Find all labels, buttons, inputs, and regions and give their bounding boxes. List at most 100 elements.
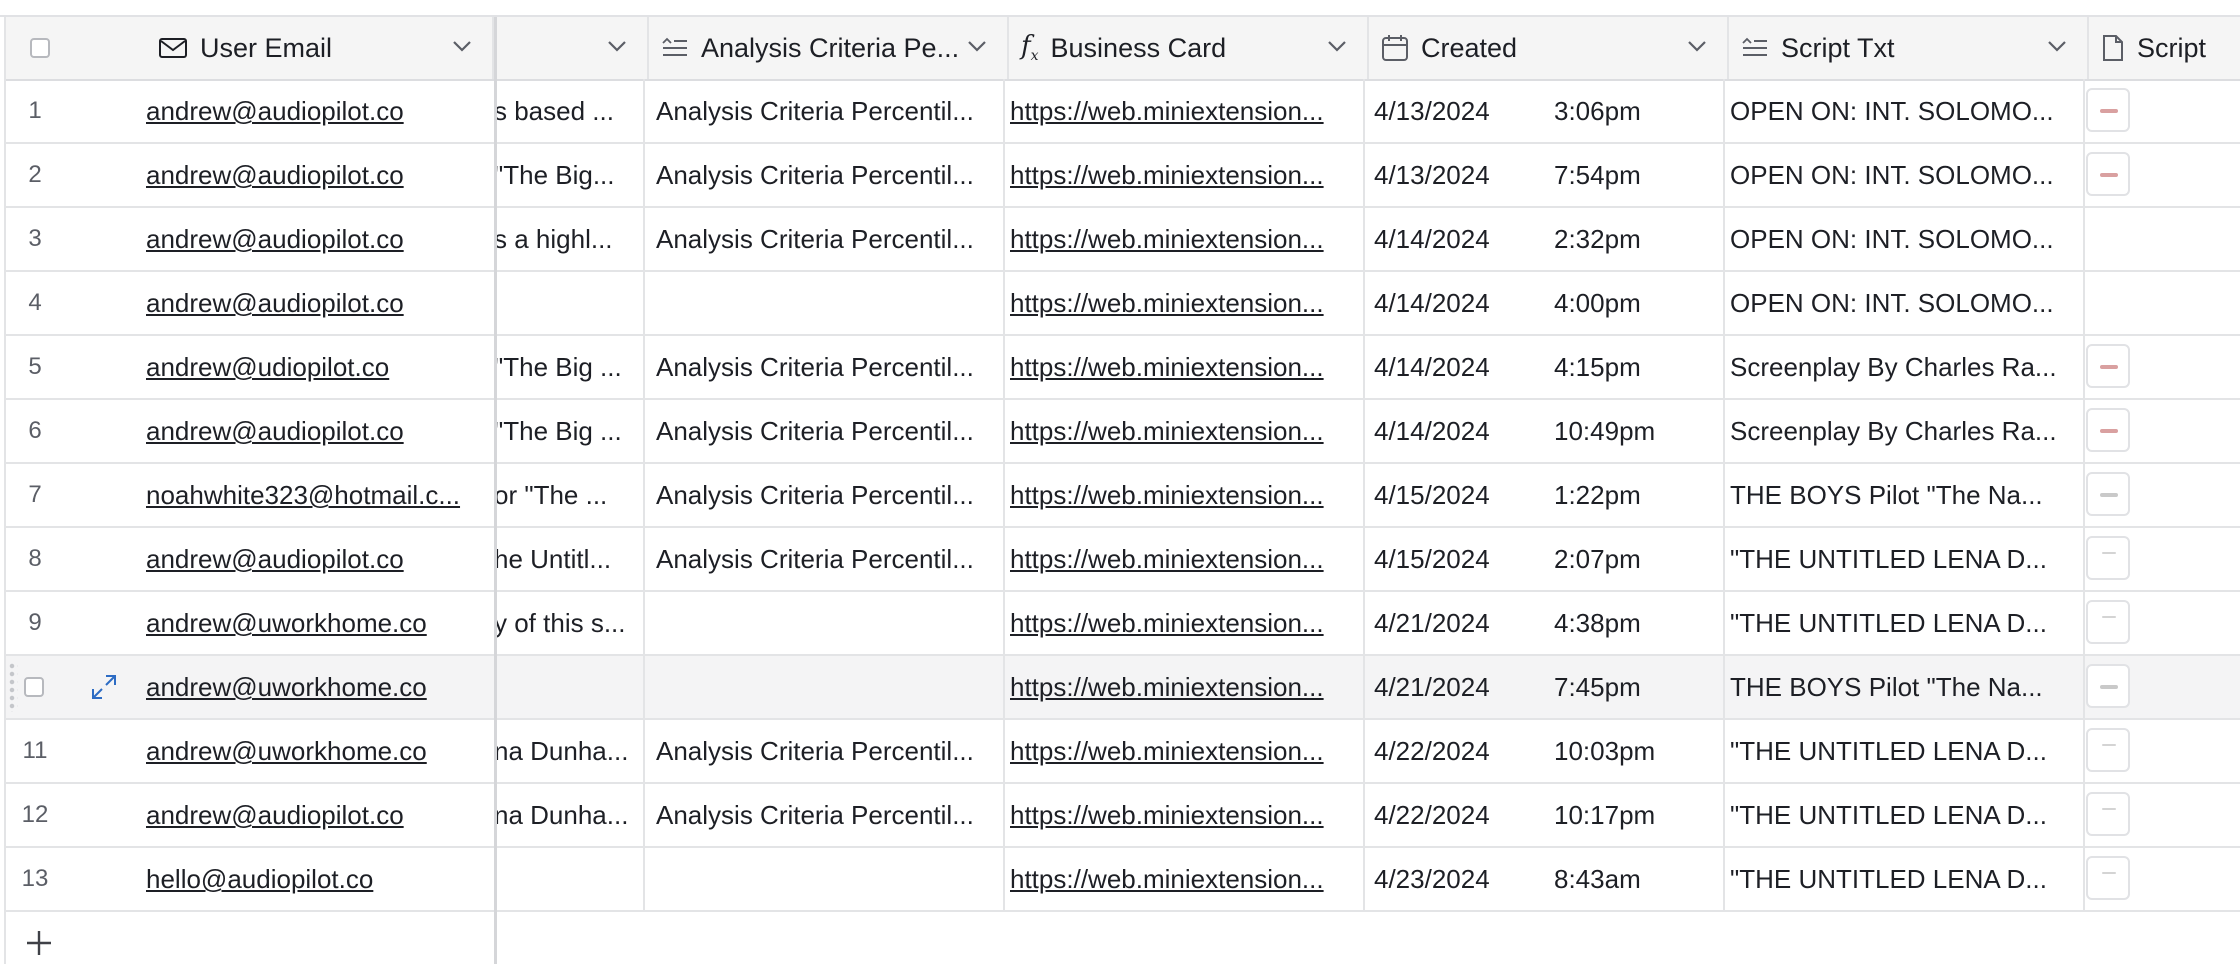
script-txt-cell[interactable]: "THE UNTITLED LENA D... [1730,528,2080,590]
script-txt-cell[interactable]: "THE UNTITLED LENA D... [1730,848,2080,910]
truncated-text-cell[interactable]: he Untitl... [494,528,640,590]
truncated-text-cell[interactable] [494,848,640,910]
user-email-cell[interactable]: andrew@audiopilot.co [146,80,486,142]
analysis-criteria-cell[interactable] [650,656,1000,718]
user-email-cell[interactable]: andrew@audiopilot.co [146,528,486,590]
analysis-criteria-cell[interactable]: Analysis Criteria Percentil... [650,144,1000,206]
created-time-cell[interactable]: 10:03pm [1554,720,1714,782]
script-attachment-thumbnail[interactable] [2086,600,2130,644]
created-time-cell[interactable]: 8:43am [1554,848,1714,910]
user-email-cell[interactable]: andrew@audiopilot.co [146,208,486,270]
truncated-text-cell[interactable]: na Dunha... [494,720,640,782]
truncated-text-cell[interactable] [494,656,640,718]
script-txt-cell[interactable]: "THE UNTITLED LENA D... [1730,592,2080,654]
truncated-text-cell[interactable]: "The Big ... [494,336,640,398]
user-email-cell[interactable]: noahwhite323@hotmail.c... [146,464,486,526]
user-email-cell[interactable]: andrew@uworkhome.co [146,656,486,718]
truncated-text-cell[interactable] [494,272,640,334]
column-business-card[interactable]: fx Business Card [1009,17,1369,79]
script-attachment-thumbnail[interactable] [2086,536,2130,580]
analysis-criteria-cell[interactable]: Analysis Criteria Percentil... [650,208,1000,270]
chevron-down-icon[interactable] [452,39,472,53]
chevron-down-icon[interactable] [967,39,987,53]
business-card-link[interactable]: https://web.miniextension... [1010,464,1360,526]
row-checkbox[interactable] [24,677,44,697]
user-email-cell[interactable]: andrew@uworkhome.co [146,720,486,782]
business-card-link[interactable]: https://web.miniextension... [1010,208,1360,270]
script-txt-cell[interactable]: THE BOYS Pilot "The Na... [1730,464,2080,526]
created-time-cell[interactable]: 4:00pm [1554,272,1714,334]
analysis-criteria-cell[interactable]: Analysis Criteria Percentil... [650,528,1000,590]
created-date-cell[interactable]: 4/14/2024 [1374,400,1534,462]
table-row[interactable]: 13 hello@audiopilot.co https://web.miniext… [6,848,2240,912]
script-txt-cell[interactable]: OPEN ON: INT. SOLOMO... [1730,144,2080,206]
analysis-criteria-cell[interactable] [650,272,1000,334]
created-time-cell[interactable]: 2:07pm [1554,528,1714,590]
user-email-cell[interactable]: andrew@uworkhome.co [146,592,486,654]
business-card-link[interactable]: https://web.miniextension... [1010,272,1360,334]
created-time-cell[interactable]: 4:15pm [1554,336,1714,398]
table-row[interactable]: 12 andrew@audiopilot.co na Dunha... Analysi… [6,784,2240,848]
truncated-text-cell[interactable]: s a highl... [494,208,640,270]
created-time-cell[interactable]: 3:06pm [1554,80,1714,142]
table-row[interactable]: 3 andrew@audiopilot.co s a highl... Analysi… [6,208,2240,272]
table-row[interactable]: 2 andrew@audiopilot.co "The Big... Analysis… [6,144,2240,208]
business-card-link[interactable]: https://web.miniextension... [1010,784,1360,846]
table-row[interactable]: 9 andrew@uworkhome.co y of this s... https:… [6,592,2240,656]
column-created[interactable]: Created [1369,17,1729,79]
truncated-text-cell[interactable]: "The Big ... [494,400,640,462]
analysis-criteria-cell[interactable]: Analysis Criteria Percentil... [650,720,1000,782]
script-attachment-thumbnail[interactable] [2086,344,2130,388]
table-row[interactable]: 6 andrew@audiopilot.co "The Big ... Analysi… [6,400,2240,464]
created-date-cell[interactable]: 4/14/2024 [1374,272,1534,334]
table-row[interactable]: 4 andrew@audiopilot.co https://web.miniext… [6,272,2240,336]
script-txt-cell[interactable]: "THE UNTITLED LENA D... [1730,720,2080,782]
column-script-txt[interactable]: Script Txt [1729,17,2089,79]
script-attachment-thumbnail[interactable] [2086,152,2130,196]
table-row[interactable]: andrew@uworkhome.co https://web.miniexten… [6,656,2240,720]
add-row[interactable] [6,911,2240,964]
script-attachment-thumbnail[interactable] [2086,88,2130,132]
user-email-cell[interactable]: andrew@audiopilot.co [146,144,486,206]
chevron-down-icon[interactable] [1327,39,1347,53]
created-time-cell[interactable]: 10:49pm [1554,400,1714,462]
table-row[interactable]: 5 andrew@udiopilot.co "The Big ... Analysis… [6,336,2240,400]
created-time-cell[interactable]: 2:32pm [1554,208,1714,270]
plus-icon[interactable] [26,930,52,956]
script-attachment-thumbnail[interactable] [2086,664,2130,708]
business-card-link[interactable]: https://web.miniextension... [1010,848,1360,910]
created-date-cell[interactable]: 4/13/2024 [1374,80,1534,142]
table-row[interactable]: 8 andrew@audiopilot.co he Untitl... Analysi… [6,528,2240,592]
table-row[interactable]: 7 noahwhite323@hotmail.c... or "The ... Ana… [6,464,2240,528]
user-email-cell[interactable]: andrew@audiopilot.co [146,784,486,846]
created-date-cell[interactable]: 4/14/2024 [1374,208,1534,270]
analysis-criteria-cell[interactable]: Analysis Criteria Percentil... [650,464,1000,526]
column-analysis-criteria[interactable]: Analysis Criteria Pe... [649,17,1009,79]
user-email-cell[interactable]: andrew@audiopilot.co [146,272,486,334]
business-card-link[interactable]: https://web.miniextension... [1010,144,1360,206]
script-attachment-thumbnail[interactable] [2086,728,2130,772]
analysis-criteria-cell[interactable]: Analysis Criteria Percentil... [650,336,1000,398]
table-row[interactable]: 11 andrew@uworkhome.co na Dunha... Analysis… [6,720,2240,784]
created-time-cell[interactable]: 7:45pm [1554,656,1714,718]
created-time-cell[interactable]: 1:22pm [1554,464,1714,526]
truncated-text-cell[interactable]: na Dunha... [494,784,640,846]
script-attachment-thumbnail[interactable] [2086,472,2130,516]
analysis-criteria-cell[interactable]: Analysis Criteria Percentil... [650,784,1000,846]
business-card-link[interactable]: https://web.miniextension... [1010,80,1360,142]
chevron-down-icon[interactable] [2047,39,2067,53]
created-date-cell[interactable]: 4/15/2024 [1374,464,1534,526]
script-attachment-thumbnail[interactable] [2086,856,2130,900]
created-date-cell[interactable]: 4/13/2024 [1374,144,1534,206]
truncated-text-cell[interactable]: or "The ... [494,464,640,526]
script-txt-cell[interactable]: THE BOYS Pilot "The Na... [1730,656,2080,718]
created-date-cell[interactable]: 4/23/2024 [1374,848,1534,910]
table-row[interactable]: 1 andrew@audiopilot.co s based ... Analysis… [6,80,2240,144]
truncated-text-cell[interactable]: s based ... [494,80,640,142]
chevron-down-icon[interactable] [1687,39,1707,53]
column-script[interactable]: Script [2089,17,2240,79]
created-date-cell[interactable]: 4/21/2024 [1374,656,1534,718]
business-card-link[interactable]: https://web.miniextension... [1010,528,1360,590]
script-attachment-thumbnail[interactable] [2086,408,2130,452]
script-txt-cell[interactable]: "THE UNTITLED LENA D... [1730,784,2080,846]
